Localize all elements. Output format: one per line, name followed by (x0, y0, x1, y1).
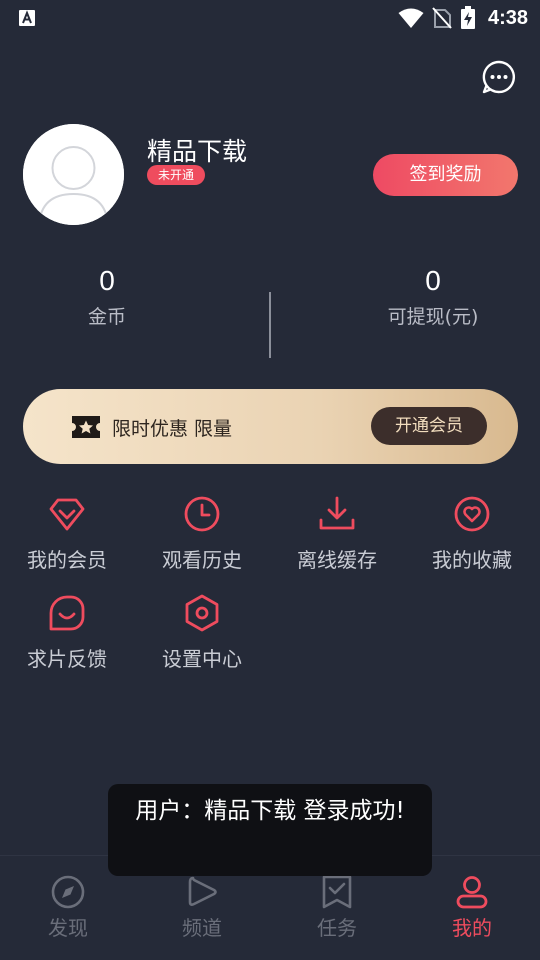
tab-channels[interactable]: 频道 (152, 874, 252, 941)
feedback-smile-icon (49, 595, 85, 631)
battery-charging-icon (460, 6, 475, 29)
withdrawable-label: 可提现(元) (387, 306, 479, 328)
status-time: 4:38 (487, 6, 528, 29)
tab-discover[interactable]: 发现 (18, 874, 118, 941)
menu-item-favorites[interactable]: 我的收藏 (402, 494, 540, 573)
coins-label: 金币 (87, 306, 126, 328)
star-ticket-icon (72, 416, 100, 438)
avatar[interactable] (23, 124, 124, 225)
menu-item-watch-history[interactable]: 观看历史 (132, 494, 272, 573)
a-app-icon (19, 10, 35, 26)
heart-icon (454, 496, 490, 532)
stats-divider (269, 292, 271, 358)
vip-promo-banner[interactable]: 限时优惠 限量 开通会员 (23, 389, 518, 464)
download-icon (319, 496, 355, 530)
coins-value: 0 (99, 265, 115, 296)
tab-label: 发现 (48, 916, 88, 940)
menu-item-settings[interactable]: 设置中心 (132, 593, 272, 672)
username: 精品下载 (147, 137, 248, 166)
checkin-reward-button[interactable]: 签到奖励 (373, 154, 518, 196)
play-icon (188, 876, 217, 906)
tab-me[interactable]: 我的 (422, 874, 522, 941)
menu-label: 观看历史 (162, 548, 242, 572)
menu-label: 设置中心 (162, 647, 242, 671)
diamond-icon (49, 498, 85, 531)
chat-bubble-dots-icon[interactable] (482, 60, 516, 94)
user-icon (456, 876, 488, 909)
compass-icon (51, 875, 85, 909)
menu-item-feedback[interactable]: 求片反馈 (0, 593, 137, 672)
menu-item-my-vip[interactable]: 我的会员 (0, 494, 137, 573)
bookmark-check-icon (322, 875, 352, 909)
menu-label: 离线缓存 (297, 548, 377, 572)
open-vip-button[interactable]: 开通会员 (371, 407, 487, 445)
vip-promo-text: 限时优惠 限量 (112, 418, 233, 440)
tab-tasks[interactable]: 任务 (287, 874, 387, 941)
withdrawable-stat[interactable]: 0 可提现(元) (353, 266, 513, 329)
default-user-avatar-icon (23, 124, 124, 225)
no-sim-icon (432, 7, 452, 29)
menu-label: 我的收藏 (432, 548, 512, 572)
tab-label: 频道 (182, 916, 222, 940)
status-bar: 4:38 (0, 0, 540, 36)
wifi-icon (398, 8, 424, 28)
vip-status-badge: 未开通 (147, 165, 206, 185)
coins-stat[interactable]: 0 金币 (27, 266, 187, 329)
settings-hexagon-icon (185, 594, 219, 632)
login-success-toast: 用户：精品下载 登录成功! (108, 784, 432, 876)
withdrawable-value: 0 (425, 265, 441, 296)
clock-icon (184, 496, 220, 532)
menu-label: 我的会员 (27, 548, 107, 572)
menu-item-offline-cache[interactable]: 离线缓存 (267, 494, 407, 573)
menu-label: 求片反馈 (27, 647, 107, 671)
tab-label: 任务 (317, 916, 357, 940)
tab-label: 我的 (452, 916, 492, 940)
